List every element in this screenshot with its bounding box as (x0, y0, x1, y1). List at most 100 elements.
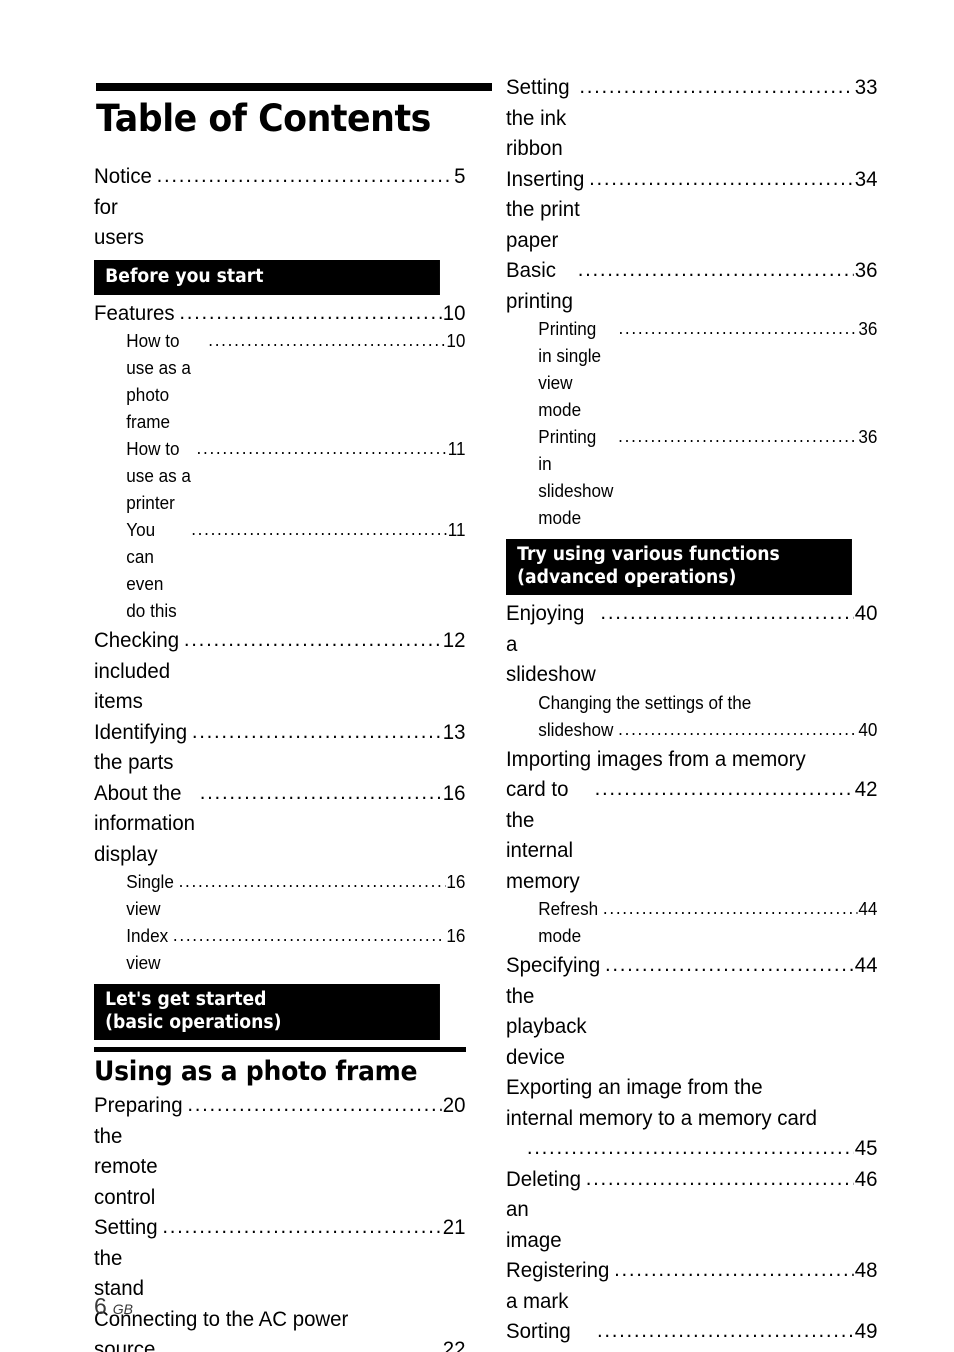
toc-entry-title: Deleting an image (506, 1166, 587, 1252)
toc-entry-specifying-the-playback-device[interactable]: Specifying the playback device 44 (506, 950, 877, 1072)
toc-entry-printing-in-slideshow-mode[interactable]: Printing in slideshow mode 36 (506, 424, 877, 532)
toc-entry-page: 10 (446, 331, 466, 351)
leader-dots (618, 716, 857, 743)
toc-entry-page: 10 (442, 300, 466, 325)
toc-entry-about-the-information-display[interactable]: About the information display 16 (94, 778, 465, 870)
leader-dots (179, 297, 441, 328)
toc-entry-page: 48 (854, 1258, 878, 1282)
toc-entry-title: Setting the ink ribbon (506, 75, 576, 160)
toc-entry-page: 44 (858, 899, 878, 919)
toc-entry-page: 20 (442, 1093, 466, 1117)
toc-entry-title-line: slideshow (538, 719, 614, 740)
leader-dots (200, 777, 442, 808)
leader-dots (603, 895, 858, 922)
toc-entry-title: Inserting the print paper (506, 166, 591, 252)
toc-entry-title: About the information display (94, 780, 201, 866)
toc-entry-how-to-use-as-a-printer[interactable]: How to use as a printer 11 (94, 436, 465, 517)
leader-dots (162, 1211, 441, 1242)
toc-entry-preparing-the-remote-control[interactable]: Preparing the remote control 20 (94, 1090, 465, 1212)
region-code: GB (112, 1301, 134, 1317)
leader-dots (191, 516, 447, 543)
leader-dots (187, 1089, 441, 1120)
leader-dots (173, 922, 446, 949)
toc-entry-inserting-the-print-paper[interactable]: Inserting the print paper 34 (506, 164, 877, 256)
leader-dots (579, 71, 853, 102)
toc-entry-page: 44 (854, 953, 878, 977)
toc-entry-page: 16 (442, 780, 466, 805)
toc-entry-page: 49 (854, 1319, 878, 1343)
toc-entry-setting-the-stand[interactable]: Setting the stand 21 (94, 1212, 465, 1304)
toc-entry-title: Refresh mode (538, 899, 603, 946)
toc-entry-page: 22 (442, 1337, 466, 1352)
toc-entry-importing-images-from-a-memory[interactable]: Importing images from a memory card to t… (506, 744, 877, 897)
toc-entry-notice-for-users[interactable]: Notice for users 5 (94, 161, 465, 253)
toc-entry-page: 42 (854, 777, 878, 801)
section-bar-line: Let's get started (105, 989, 267, 1010)
leader-dots (157, 160, 453, 191)
toc-entry-registering-a-mark[interactable]: Registering a mark 48 (506, 1255, 877, 1316)
leader-dots (618, 423, 857, 450)
toc-entry-title: Registering a mark (506, 1258, 615, 1313)
leader-dots (208, 327, 445, 354)
toc-left-entries: Notice for users 5 Before you start Feat… (94, 161, 466, 1352)
toc-entry-deleting-an-image[interactable]: Deleting an image 46 (506, 1164, 877, 1256)
toc-entry-single-view[interactable]: Single view 16 (94, 869, 465, 923)
leader-dots (597, 1315, 854, 1346)
leader-dots (197, 435, 447, 462)
toc-entry-setting-the-ink-ribbon[interactable]: Setting the ink ribbon 33 (506, 72, 877, 164)
leader-dots (578, 254, 854, 285)
toc-entry-page: 33 (854, 75, 878, 99)
toc-entry-title-line: Importing images from a memory (506, 746, 806, 771)
toc-entry-basic-printing[interactable]: Basic printing 36 (506, 255, 877, 316)
toc-entry-checking-included-items[interactable]: Checking included items 12 (94, 625, 465, 717)
leader-dots (527, 1132, 854, 1163)
toc-right-entries: Setting the ink ribbon 33 Inserting the … (506, 72, 878, 1352)
toc-entry-title: Setting the stand (94, 1215, 164, 1300)
toc-left-column: Table of Contents Notice for users 5 Bef… (94, 0, 492, 1352)
toc-entry-exporting-an-image-from-the[interactable]: Exporting an image from the internal memo… (506, 1072, 877, 1164)
toc-entry-title: Sorting images (Filtering) (506, 1319, 572, 1352)
toc-entry-page: 36 (854, 258, 878, 282)
toc-entry-printing-in-single-view-mode[interactable]: Printing in single view mode 36 (506, 316, 877, 424)
toc-entry-title: Enjoying a slideshow (506, 601, 596, 686)
toc-entry-page: 46 (854, 1166, 878, 1191)
page-footer: 6 GB (94, 1295, 133, 1318)
toc-entry-page: 12 (442, 628, 466, 652)
major-heading-rule (94, 1047, 466, 1052)
title-rule (96, 83, 492, 91)
toc-entry-page: 36 (858, 319, 878, 339)
toc-entry-page: 36 (858, 427, 878, 447)
leader-dots (179, 868, 446, 895)
leader-dots (595, 773, 854, 804)
leader-dots (618, 315, 857, 342)
toc-entry-title: Printing in slideshow mode (538, 427, 619, 528)
section-header-try-using-various-functions: Try using various functions (advanced ope… (506, 539, 852, 595)
toc-entry-how-to-use-as-a-photo-frame[interactable]: How to use as a photo frame 10 (94, 328, 465, 436)
toc-entry-page: 40 (858, 719, 878, 740)
toc-entry-refresh-mode[interactable]: Refresh mode 44 (506, 896, 877, 950)
toc-entry-you-can-even-do-this[interactable]: You can even do this 11 (94, 517, 465, 625)
toc-entry-page: 16 (446, 926, 466, 946)
toc-entry-title-line: card to the internal memory (506, 777, 580, 893)
page-number: 6 (94, 1293, 107, 1319)
toc-entry-identifying-the-parts[interactable]: Identifying the parts 13 (94, 717, 465, 778)
toc-entry-page: 45 (854, 1136, 878, 1160)
toc-entry-sorting-images-filtering[interactable]: Sorting images (Filtering) 49 (506, 1316, 877, 1352)
toc-entry-page: 11 (447, 439, 466, 459)
toc-entry-title: Printing in single view mode (538, 319, 606, 420)
toc-entry-page: 16 (446, 872, 466, 892)
toc-entry-index-view[interactable]: Index view 16 (94, 923, 465, 977)
toc-entry-title: Preparing the remote control (94, 1093, 189, 1209)
toc-entry-title-line: Connecting to the AC power (94, 1306, 349, 1331)
toc-entry-title: Basic printing (506, 258, 573, 313)
toc-entry-connecting-to-the-ac-power[interactable]: Connecting to the AC power source 22 (94, 1304, 465, 1352)
toc-entry-page: 11 (447, 520, 466, 540)
toc-entry-features[interactable]: Features 10 (94, 298, 465, 329)
leader-dots (600, 597, 853, 628)
leader-dots (614, 1254, 854, 1285)
toc-entry-title: How to use as a printer (126, 439, 196, 513)
toc-entry-changing-the-settings-of-the[interactable]: Changing the settings of the slideshow 4… (506, 690, 877, 744)
toc-entry-title-line: internal memory to a memory card (506, 1105, 818, 1130)
toc-entry-enjoying-a-slideshow[interactable]: Enjoying a slideshow 40 (506, 598, 877, 690)
toc-entry-title: Index view (126, 926, 173, 973)
